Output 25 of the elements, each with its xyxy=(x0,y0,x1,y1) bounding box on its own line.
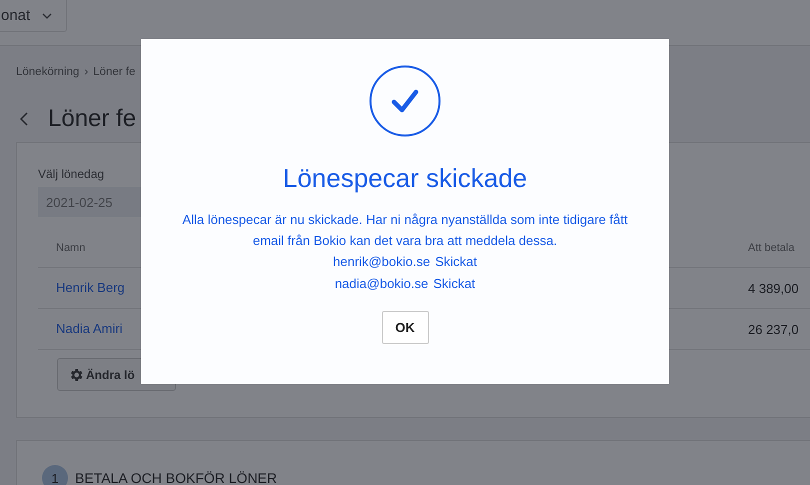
page-title: Löner fe xyxy=(48,105,136,133)
date-label: Välj lönedag xyxy=(38,167,104,181)
gear-icon xyxy=(68,366,84,382)
amount-cell-text: 4 389,00 xyxy=(748,280,800,296)
column-header: Namn xyxy=(56,242,86,254)
breadcrumb-link[interactable]: Löner fe xyxy=(93,66,136,78)
column-header: Att betala xyxy=(748,242,796,254)
breadcrumb-link[interactable]: Lönekörning xyxy=(16,66,80,78)
recipient-email: nadia@bokio.se xyxy=(334,275,428,293)
ok-button[interactable]: OK xyxy=(382,311,428,344)
employee-link[interactable]: Henrik Berg xyxy=(56,280,125,295)
step-title: BETALA OCH BOKFÖR LÖNER xyxy=(75,470,278,485)
back-button[interactable] xyxy=(20,112,28,126)
step-number: 1 xyxy=(42,465,68,485)
chevron-down-icon xyxy=(42,12,52,18)
amount-cell-text: 26 237,0 xyxy=(748,322,800,336)
period-dropdown[interactable]: onat xyxy=(0,0,68,32)
checkmark-circle-icon xyxy=(369,65,441,137)
dialog-title: Lönespecar skickade xyxy=(282,163,528,194)
chevron-left-icon xyxy=(20,112,28,126)
send-status: Skickat xyxy=(433,275,476,293)
employee-link[interactable]: Nadia Amiri xyxy=(56,321,122,336)
send-status: Skickat xyxy=(435,253,477,271)
breadcrumb-separator: › xyxy=(84,66,88,78)
recipient-email: henrik@bokio.se xyxy=(333,253,430,271)
